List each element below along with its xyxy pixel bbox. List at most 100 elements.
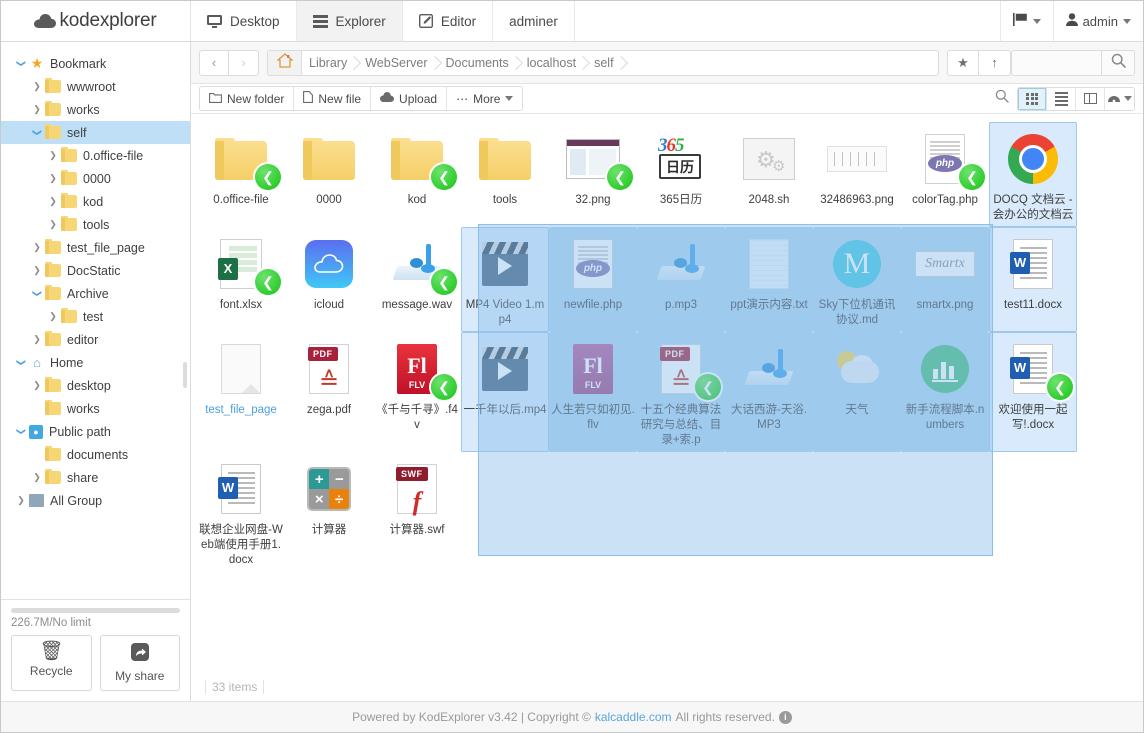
language-flag-menu[interactable] xyxy=(1000,1,1053,41)
file-item[interactable]: MSky下位机通讯协议.md xyxy=(813,227,901,332)
view-column-button[interactable] xyxy=(1076,88,1105,110)
breadcrumb-item[interactable]: self xyxy=(587,51,624,75)
sidebar-item-desktop[interactable]: ❯desktop xyxy=(1,374,190,397)
chevron-down-icon[interactable]: ❯ xyxy=(17,56,26,72)
sidebar-item-share[interactable]: ❯share xyxy=(1,466,190,489)
user-menu[interactable]: admin xyxy=(1053,1,1143,41)
file-item[interactable]: ❮32.png xyxy=(549,122,637,227)
breadcrumb-item[interactable]: Documents xyxy=(439,51,520,75)
sidebar-item-0000[interactable]: ❯0000 xyxy=(1,167,190,190)
breadcrumb-item[interactable]: WebServer xyxy=(358,51,438,75)
file-item[interactable]: tools xyxy=(461,122,549,227)
sidebar-item-documents[interactable]: documents xyxy=(1,443,190,466)
file-item[interactable]: phpnewfile.php xyxy=(549,227,637,332)
tab-desktop[interactable]: Desktop xyxy=(191,1,297,41)
sidebar-item-works[interactable]: ❯works xyxy=(1,98,190,121)
chevron-right-icon[interactable]: ❯ xyxy=(29,105,45,114)
parent-dir-button[interactable]: ↑ xyxy=(979,50,1011,76)
chevron-down-icon[interactable]: ❯ xyxy=(33,125,42,141)
view-list-button[interactable] xyxy=(1047,88,1076,110)
chevron-right-icon[interactable]: ❯ xyxy=(29,381,45,390)
tab-adminer[interactable]: adminer xyxy=(493,1,575,41)
file-item[interactable]: MP4 Video 1.mp4 xyxy=(461,227,549,332)
sidebar-item-bookmark[interactable]: ❯★Bookmark xyxy=(1,52,190,75)
file-area[interactable]: ❮0.office-file0000❮kodtools❮32.png365日历3… xyxy=(191,114,1143,673)
file-item[interactable]: 0000 xyxy=(285,122,373,227)
file-item[interactable]: p.mp3 xyxy=(637,227,725,332)
breadcrumb-item[interactable]: Library xyxy=(302,51,358,75)
chevron-right-icon[interactable]: ❯ xyxy=(45,174,61,183)
back-button[interactable]: ‹ xyxy=(199,50,229,76)
app-logo[interactable]: kodexplorer xyxy=(1,1,191,41)
file-item[interactable]: X❮font.xlsx xyxy=(197,227,285,332)
more-button[interactable]: ⋯ More xyxy=(447,87,522,110)
new-file-button[interactable]: New file xyxy=(294,87,371,110)
chevron-right-icon[interactable]: ❯ xyxy=(13,496,29,505)
file-item[interactable]: ppt演示内容.txt xyxy=(725,227,813,332)
file-item[interactable]: ❮message.wav xyxy=(373,227,461,332)
file-item[interactable]: W联想企业网盘-Web端使用手册1.docx xyxy=(197,452,285,572)
tab-explorer[interactable]: Explorer xyxy=(297,1,403,41)
sidebar-item-editor[interactable]: ❯editor xyxy=(1,328,190,351)
sidebar-item-home[interactable]: ❯⌂Home xyxy=(1,351,190,374)
view-grid-button[interactable] xyxy=(1018,88,1047,110)
file-item[interactable]: Wtest11.docx xyxy=(989,227,1077,332)
chevron-right-icon[interactable]: ❯ xyxy=(45,151,61,160)
chevron-right-icon[interactable]: ❯ xyxy=(29,82,45,91)
chevron-right-icon[interactable]: ❯ xyxy=(29,266,45,275)
sidebar-item-works[interactable]: works xyxy=(1,397,190,420)
chevron-right-icon[interactable]: ❯ xyxy=(45,220,61,229)
tab-editor[interactable]: Editor xyxy=(403,1,493,41)
file-item[interactable]: PDF≙zega.pdf xyxy=(285,332,373,452)
file-item[interactable]: ❮kod xyxy=(373,122,461,227)
sidebar-item-all-group[interactable]: ❯All Group xyxy=(1,489,190,512)
file-item[interactable]: Smartxsmartx.png xyxy=(901,227,989,332)
file-item[interactable]: icloud xyxy=(285,227,373,332)
file-item[interactable]: ❮0.office-file xyxy=(197,122,285,227)
sidebar-item-archive[interactable]: ❯Archive xyxy=(1,282,190,305)
sidebar-scrollbar[interactable] xyxy=(183,362,187,388)
file-item[interactable]: test_file_page xyxy=(197,332,285,452)
file-item[interactable]: +−×÷计算器 xyxy=(285,452,373,572)
breadcrumb-item[interactable]: localhost xyxy=(520,51,587,75)
search-input[interactable] xyxy=(1011,50,1101,76)
sidebar-item-public-path[interactable]: ❯●Public path xyxy=(1,420,190,443)
file-item[interactable]: W❮欢迎使用一起写!.docx xyxy=(989,332,1077,452)
chevron-down-icon[interactable]: ❯ xyxy=(17,424,26,440)
sidebar-item-tools[interactable]: ❯tools xyxy=(1,213,190,236)
file-item[interactable]: DOCQ 文档云 - 会办公的文档云 xyxy=(989,122,1077,227)
file-item[interactable]: 大话西游-天浴.MP3 xyxy=(725,332,813,452)
file-item[interactable]: FlFLV❮《千与千寻》.f4v xyxy=(373,332,461,452)
sidebar-item-wwwroot[interactable]: ❯wwwroot xyxy=(1,75,190,98)
sidebar-item-kod[interactable]: ❯kod xyxy=(1,190,190,213)
favorite-button[interactable]: ★ xyxy=(947,50,979,76)
breadcrumb-home[interactable] xyxy=(268,51,302,75)
sidebar-item-test-file-page[interactable]: ❯test_file_page xyxy=(1,236,190,259)
chevron-right-icon[interactable]: ❯ xyxy=(45,312,61,321)
my-share-button[interactable]: My share xyxy=(100,635,181,691)
footer-link[interactable]: kalcaddle.com xyxy=(595,710,672,724)
view-options-button[interactable] xyxy=(1105,88,1134,110)
chevron-right-icon[interactable]: ❯ xyxy=(29,243,45,252)
chevron-right-icon[interactable]: ❯ xyxy=(29,335,45,344)
file-item[interactable]: ⚙⚙2048.sh xyxy=(725,122,813,227)
info-icon[interactable]: i xyxy=(779,711,792,724)
recycle-button[interactable]: 🗑 Recycle xyxy=(11,635,92,691)
file-item[interactable]: 新手流程脚本.numbers xyxy=(901,332,989,452)
new-folder-button[interactable]: New folder xyxy=(200,87,294,110)
file-item[interactable]: 一千年以后.mp4 xyxy=(461,332,549,452)
sidebar-item-test[interactable]: ❯test xyxy=(1,305,190,328)
chevron-right-icon[interactable]: ❯ xyxy=(45,197,61,206)
sidebar-item-docstatic[interactable]: ❯DocStatic xyxy=(1,259,190,282)
file-item[interactable]: SWFf计算器.swf xyxy=(373,452,461,572)
file-item[interactable]: 天气 xyxy=(813,332,901,452)
chevron-right-icon[interactable]: ❯ xyxy=(29,473,45,482)
chevron-down-icon[interactable]: ❯ xyxy=(17,355,26,371)
sidebar-item-self[interactable]: ❯self xyxy=(1,121,190,144)
file-item[interactable]: 32486963.png xyxy=(813,122,901,227)
upload-button[interactable]: Upload xyxy=(371,87,447,110)
find-icon[interactable] xyxy=(995,89,1009,108)
file-item[interactable]: FlFLV人生若只如初见.flv xyxy=(549,332,637,452)
file-item[interactable]: PDF≙❮十五个经典算法研究与总结、目录+索.p xyxy=(637,332,725,452)
file-item[interactable]: 365日历365日历 xyxy=(637,122,725,227)
